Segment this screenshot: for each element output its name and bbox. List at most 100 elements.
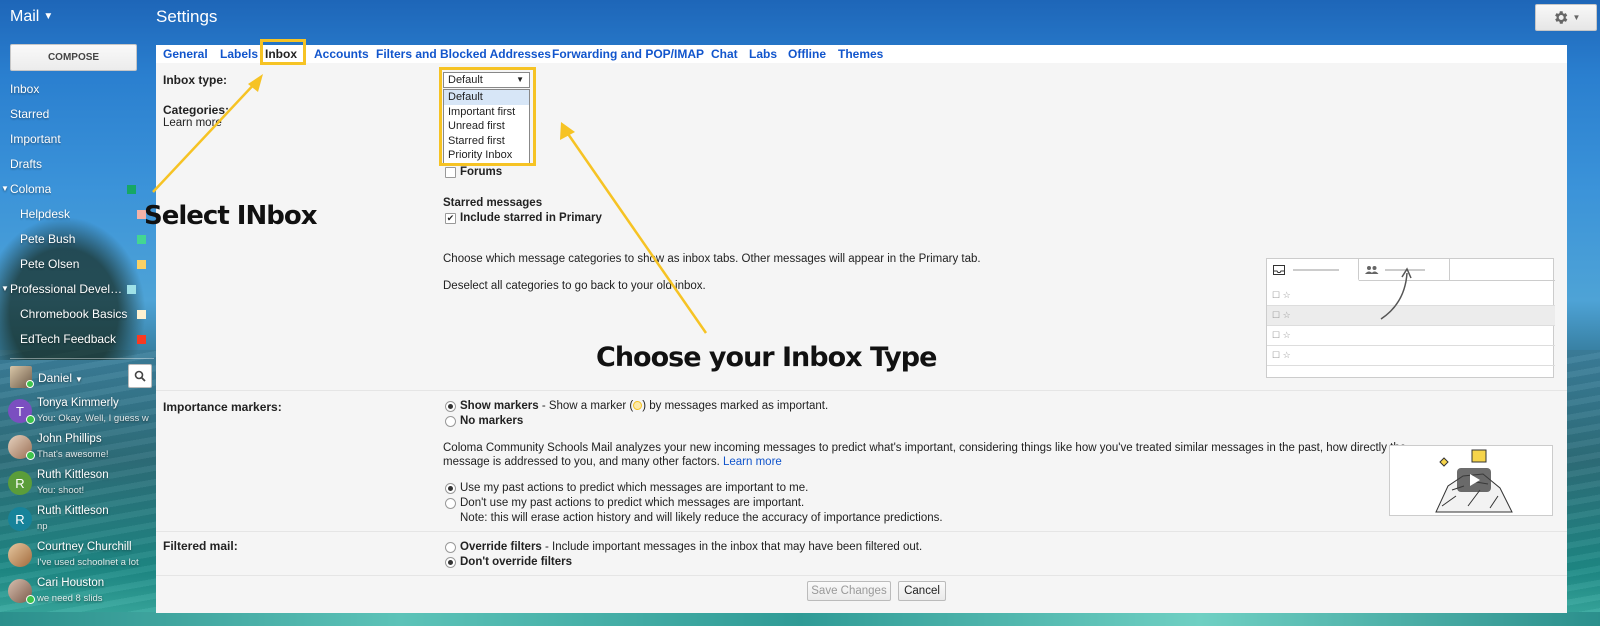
sidebar-item-label: Important [10, 132, 61, 146]
drag-arrow-illustration [1380, 267, 1412, 320]
sidebar-item-pete-bush[interactable]: Pete Bush [20, 232, 154, 249]
importance-learn-more-link[interactable]: Learn more [723, 456, 782, 468]
chat-contact[interactable]: R Ruth Kittleson You: shoot! [8, 468, 156, 502]
status-online-dot [26, 451, 35, 460]
sidebar-item-label: Professional Develop… [10, 282, 128, 296]
erase-history-note: Note: this will erase action history and… [460, 512, 943, 524]
save-changes-button[interactable]: Save Changes [807, 581, 891, 601]
show-markers-desc-a: - Show a marker ( [538, 400, 634, 412]
categories-deselect-note: Deselect all categories to go back to yo… [443, 280, 706, 292]
override-filters-desc: - Include important messages in the inbo… [541, 541, 923, 553]
override-filters-option: Override filters - Include important mes… [460, 541, 922, 553]
sidebar: COMPOSE Inbox Starred Important Drafts ▼… [0, 36, 156, 626]
play-icon[interactable] [1457, 468, 1491, 492]
sidebar-item-label: Pete Olsen [20, 257, 80, 271]
no-markers-label: No markers [460, 415, 524, 427]
tab-filters[interactable]: Filters and Blocked Addresses [376, 47, 551, 61]
categories-learn-more-link[interactable]: Learn more [163, 117, 222, 129]
status-online-dot [26, 595, 35, 604]
contact-name: Tonya Kimmerly [37, 397, 119, 409]
search-icon [134, 370, 146, 382]
label-color-swatch[interactable] [127, 185, 136, 194]
sidebar-item-pete-olsen[interactable]: Pete Olsen [20, 257, 154, 274]
importance-marker-icon [633, 401, 643, 410]
show-markers-option: Show markers - Show a marker () by messa… [460, 400, 828, 412]
chat-me-row[interactable]: Daniel ▼ [10, 364, 156, 394]
annotation-choose-inbox-type: Choose your Inbox Type [596, 342, 937, 373]
include-starred-label: Include starred in Primary [460, 212, 602, 224]
mail-menu[interactable]: Mail ▼ [10, 8, 53, 26]
section-divider [156, 531, 1567, 532]
expand-triangle-icon[interactable]: ▼ [1, 184, 9, 193]
starred-messages-heading: Starred messages [443, 197, 543, 209]
dont-override-filters-radio[interactable] [445, 557, 456, 568]
illustration-row: ☐ ☆ [1267, 326, 1555, 346]
include-starred-checkbox[interactable]: ✔ [445, 213, 456, 224]
illustration-placeholder-bar [1293, 269, 1339, 271]
chat-search-button[interactable] [128, 364, 152, 388]
sidebar-item-chromebook-basics[interactable]: Chromebook Basics [20, 307, 154, 324]
expand-triangle-icon[interactable]: ▼ [1, 284, 9, 293]
categories-label: Categories: [163, 103, 230, 117]
contact-name: Ruth Kittleson [37, 469, 109, 481]
tab-offline[interactable]: Offline [788, 47, 826, 61]
sidebar-item-important[interactable]: Important [10, 132, 154, 149]
filtered-mail-label: Filtered mail: [163, 539, 238, 553]
chat-contact[interactable]: John Phillips That's awesome! [8, 432, 156, 466]
importance-video-thumbnail[interactable] [1389, 445, 1553, 516]
label-color-swatch[interactable] [137, 235, 146, 244]
chat-contact[interactable]: Courtney Churchill I've used schoolnet a… [8, 540, 156, 574]
chat-me-name[interactable]: Daniel ▼ [38, 371, 83, 385]
annotation-select-inbox: Select INbox [144, 201, 317, 231]
chat-contact[interactable]: T Tonya Kimmerly You: Okay. Well, I gues… [8, 396, 156, 430]
tab-general[interactable]: General [163, 47, 208, 61]
compose-button[interactable]: COMPOSE [10, 44, 137, 71]
override-filters-radio[interactable] [445, 542, 456, 553]
section-divider [156, 390, 1567, 391]
importance-markers-label: Importance markers: [163, 400, 282, 414]
override-filters-label: Override filters [460, 541, 542, 553]
sidebar-item-label: Drafts [10, 157, 43, 171]
chat-contact[interactable]: R Ruth Kittleson np [8, 504, 156, 538]
dont-use-past-actions-radio[interactable] [445, 498, 456, 509]
avatar [8, 543, 32, 567]
sidebar-item-edtech-feedback[interactable]: EdTech Feedback [20, 332, 154, 349]
importance-analysis-text-2: message is addressed to you, and many ot… [443, 456, 782, 468]
tab-labels[interactable]: Labels [220, 47, 258, 61]
chat-contact[interactable]: Cari Houston we need 8 slids [8, 576, 156, 610]
label-color-swatch[interactable] [137, 310, 146, 319]
contact-last-message: np [37, 521, 48, 532]
tab-accounts[interactable]: Accounts [314, 47, 369, 61]
sidebar-item-coloma[interactable]: ▼ Coloma [1, 182, 154, 199]
dont-use-past-actions-label: Don't use my past actions to predict whi… [460, 497, 805, 509]
status-online-dot [26, 380, 34, 388]
importance-analysis-text: Coloma Community Schools Mail analyzes y… [443, 442, 1407, 454]
label-color-swatch[interactable] [127, 285, 136, 294]
page-title: Settings [156, 7, 218, 26]
no-markers-radio[interactable] [445, 416, 456, 427]
tab-chat[interactable]: Chat [711, 47, 738, 61]
avatar: R [8, 471, 32, 495]
categories-description: Choose which message categories to show … [443, 253, 981, 265]
sidebar-item-inbox[interactable]: Inbox [10, 82, 154, 99]
tab-forwarding[interactable]: Forwarding and POP/IMAP [552, 47, 704, 61]
tab-themes[interactable]: Themes [838, 47, 883, 61]
sidebar-item-helpdesk[interactable]: Helpdesk [20, 207, 154, 224]
show-markers-desc-b: ) by messages marked as important. [642, 400, 829, 412]
sidebar-item-drafts[interactable]: Drafts [10, 157, 154, 174]
use-past-actions-radio[interactable] [445, 483, 456, 494]
chevron-down-icon: ▼ [1572, 13, 1581, 22]
settings-gear-button[interactable]: ▼ [1535, 4, 1597, 31]
tab-labs[interactable]: Labs [749, 47, 777, 61]
wallpaper-shore [0, 612, 1600, 626]
label-color-swatch[interactable] [137, 335, 146, 344]
show-markers-radio[interactable] [445, 401, 456, 412]
label-color-swatch[interactable] [137, 260, 146, 269]
cancel-button[interactable]: Cancel [898, 581, 946, 601]
chat-divider [10, 358, 154, 359]
forums-checkbox[interactable] [445, 167, 456, 178]
sidebar-item-professional-development[interactable]: ▼ Professional Develop… [1, 282, 154, 299]
mail-brand-label: Mail [10, 8, 40, 25]
sidebar-item-label: Coloma [10, 182, 52, 196]
sidebar-item-starred[interactable]: Starred [10, 107, 154, 124]
